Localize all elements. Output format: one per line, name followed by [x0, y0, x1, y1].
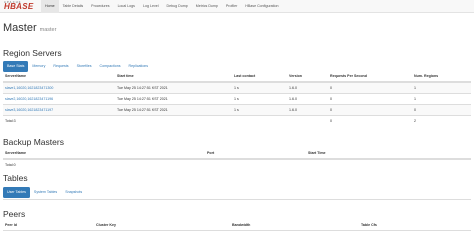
start-time: Tue May 25 14:27:51 KST 2021: [117, 108, 168, 112]
peers-table: Peer Id Cluster Key Bandwidth Table Cfs: [3, 220, 471, 231]
hbase-logo[interactable]: APACHE HBASE: [4, 1, 38, 12]
column-header: Peer Id: [5, 223, 17, 227]
column-header: Last contact: [234, 74, 256, 78]
page-title-text: Master: [3, 22, 37, 34]
column-header: Requests Per Second: [330, 74, 367, 78]
nav-item-procedures[interactable]: Procedures: [87, 0, 113, 13]
version: 1.6.0: [289, 97, 297, 101]
column-header: Bandwidth: [232, 223, 251, 227]
table-row: slave3,16020,1621823471197 Tue May 25 14…: [3, 104, 471, 115]
nav-item-local-logs[interactable]: Local Logs: [114, 0, 139, 13]
column-header: Num. Regions: [414, 74, 439, 78]
table-total-row: Total:3 0 2: [3, 115, 471, 126]
server-name-link[interactable]: slave1,16020,1621823471300: [5, 83, 53, 93]
column-header: Start Time: [308, 151, 326, 155]
page-subtitle: master: [39, 27, 57, 33]
total-label: Total:0: [5, 163, 16, 167]
start-time: Tue May 25 14:27:51 KST 2021: [117, 86, 168, 90]
region-servers-table: ServerName Start time Last contact Versi…: [3, 71, 471, 126]
last-contact: 1 s: [234, 97, 239, 101]
nav-menu: Home Table Details Procedures Local Logs…: [41, 0, 282, 13]
table-header-row: ServerName Start time Last contact Versi…: [3, 71, 471, 82]
column-header: Port: [207, 151, 215, 155]
requests-per-second: 0: [330, 108, 332, 112]
last-contact: 1 s: [234, 108, 239, 112]
requests-per-second: 0: [330, 86, 332, 90]
server-name-link[interactable]: slave3,16020,1621823471197: [5, 105, 53, 115]
num-regions: 1: [414, 97, 416, 101]
nav-item-home[interactable]: Home: [41, 0, 59, 13]
table-header-row: ServerName Port Start Time: [3, 148, 471, 159]
num-regions: 1: [414, 86, 416, 90]
total-label: Total:3: [5, 119, 16, 123]
nav-item-metrics-dump[interactable]: Metrics Dump: [192, 0, 222, 13]
region-servers-heading: Region Servers: [3, 48, 62, 58]
backup-masters-table: ServerName Port Start Time Total:0: [3, 148, 471, 170]
version: 1.6.0: [289, 86, 297, 90]
nav-item-profiler[interactable]: Profiler: [222, 0, 241, 13]
column-header: Cluster Key: [96, 223, 116, 227]
nav-item-table-details[interactable]: Table Details: [59, 0, 88, 13]
tables-heading: Tables: [3, 173, 28, 183]
start-time: Tue May 25 14:27:51 KST 2021: [117, 97, 168, 101]
total-requests-per-second: 0: [330, 119, 332, 123]
table-row: slave2,16020,1621823471196 Tue May 25 14…: [3, 93, 471, 104]
requests-per-second: 0: [330, 97, 332, 101]
tab-snapshots[interactable]: Snapshots: [61, 187, 86, 198]
top-navbar: APACHE HBASE Home Table Details Procedur…: [0, 0, 474, 13]
section-divider: [3, 199, 471, 200]
nav-item-log-level[interactable]: Log Level: [139, 0, 163, 13]
num-regions: 0: [414, 108, 416, 112]
table-total-row: Total:0: [3, 159, 471, 170]
tab-user-tables[interactable]: User Tables: [3, 187, 30, 198]
page-title: Master master: [3, 22, 56, 34]
total-num-regions: 2: [414, 119, 416, 123]
column-header: Start time: [117, 74, 134, 78]
backup-masters-heading: Backup Masters: [3, 137, 64, 147]
column-header: ServerName: [5, 74, 26, 78]
table-row: slave1,16020,1621823471300 Tue May 25 14…: [3, 82, 471, 93]
column-header: ServerName: [5, 151, 26, 155]
version: 1.6.0: [289, 108, 297, 112]
tab-system-tables[interactable]: System Tables: [30, 187, 61, 198]
column-header: Version: [289, 74, 302, 78]
tables-tabs: User Tables System Tables Snapshots: [3, 187, 86, 198]
logo-main-text: HBASE: [4, 2, 34, 11]
nav-item-hbase-configuration[interactable]: HBase Configuration: [241, 0, 282, 13]
last-contact: 1 s: [234, 86, 239, 90]
nav-item-debug-dump[interactable]: Debug Dump: [163, 0, 192, 13]
server-name-link[interactable]: slave2,16020,1621823471196: [5, 94, 53, 104]
column-header: Table Cfs: [361, 223, 377, 227]
table-header-row: Peer Id Cluster Key Bandwidth Table Cfs: [3, 220, 471, 231]
peers-heading: Peers: [3, 209, 26, 219]
